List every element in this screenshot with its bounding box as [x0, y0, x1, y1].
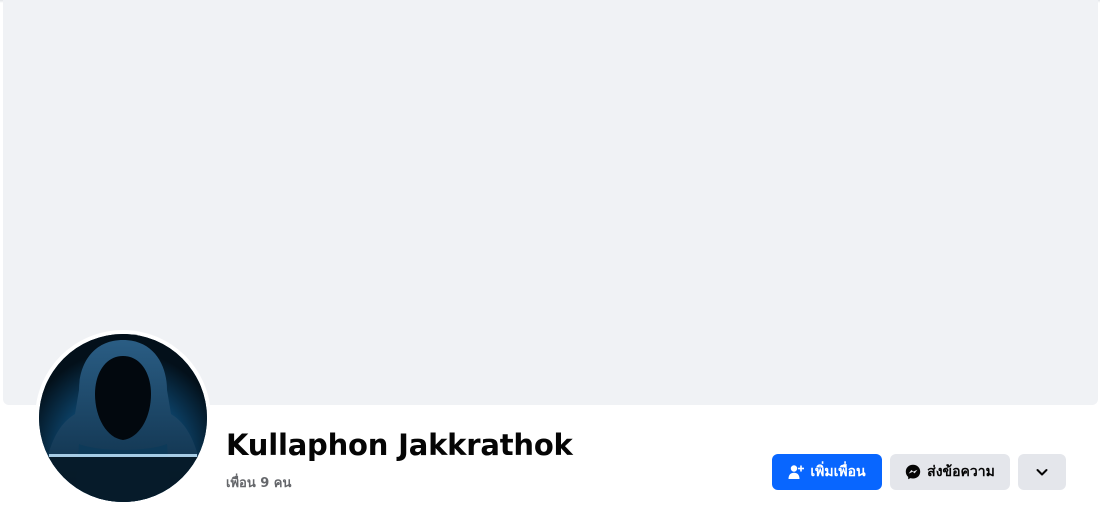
friends-count-link[interactable]: เพื่อน 9 คน — [226, 472, 291, 493]
add-friend-button[interactable]: เพิ่มเพื่อน — [772, 454, 882, 490]
profile-picture-frame[interactable] — [35, 330, 211, 506]
message-label: ส่งข้อความ — [927, 463, 995, 479]
profile-name: Kullaphon Jakkrathok — [226, 428, 573, 462]
add-friend-label: เพิ่มเพื่อน — [810, 463, 866, 479]
profile-picture[interactable] — [39, 334, 207, 502]
message-button[interactable]: ส่งข้อความ — [890, 454, 1010, 490]
chevron-down-icon — [1034, 464, 1050, 480]
more-options-button[interactable] — [1018, 454, 1066, 490]
messenger-icon — [905, 464, 921, 480]
hooded-hacker-avatar — [39, 334, 207, 502]
profile-page: Kullaphon Jakkrathok เพื่อน 9 คน เพิ่มเพ… — [0, 0, 1100, 519]
add-friend-icon — [788, 464, 805, 480]
